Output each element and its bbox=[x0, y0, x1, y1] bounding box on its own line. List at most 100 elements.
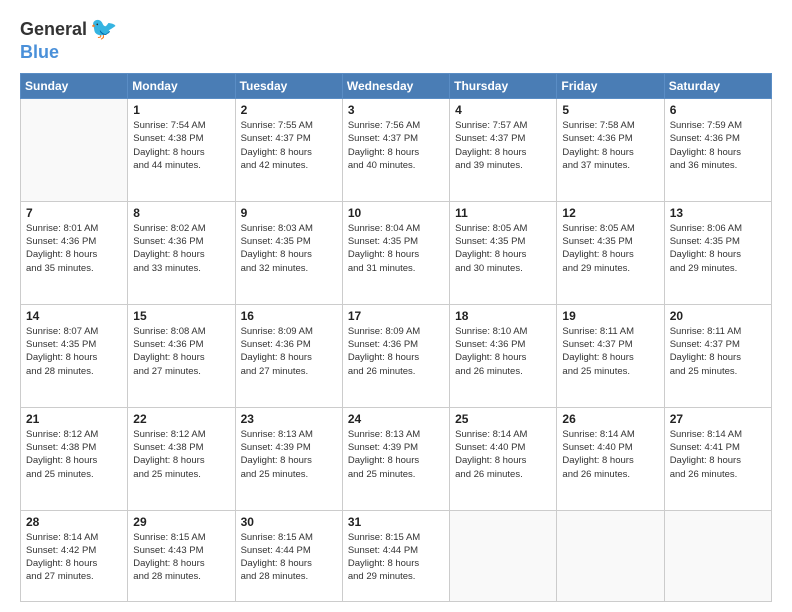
day-number: 30 bbox=[241, 515, 337, 529]
day-number: 7 bbox=[26, 206, 122, 220]
day-info: Sunrise: 8:11 AM Sunset: 4:37 PM Dayligh… bbox=[562, 325, 658, 378]
day-number: 6 bbox=[670, 103, 766, 117]
day-number: 22 bbox=[133, 412, 229, 426]
day-info: Sunrise: 8:15 AM Sunset: 4:43 PM Dayligh… bbox=[133, 531, 229, 584]
logo-bird-icon: 🐦 bbox=[90, 16, 117, 42]
logo-blue-text: Blue bbox=[20, 42, 59, 63]
calendar-day-7: 7 Sunrise: 8:01 AM Sunset: 4:36 PM Daylig… bbox=[21, 201, 128, 304]
day-info: Sunrise: 8:01 AM Sunset: 4:36 PM Dayligh… bbox=[26, 222, 122, 275]
day-info: Sunrise: 8:02 AM Sunset: 4:36 PM Dayligh… bbox=[133, 222, 229, 275]
calendar-day-23: 23Sunrise: 8:13 AM Sunset: 4:39 PM Dayli… bbox=[235, 407, 342, 510]
day-info: Sunrise: 8:14 AM Sunset: 4:40 PM Dayligh… bbox=[455, 428, 551, 481]
day-info: Sunrise: 8:10 AM Sunset: 4:36 PM Dayligh… bbox=[455, 325, 551, 378]
calendar-day-13: 13 Sunrise: 8:06 AM Sunset: 4:35 PM Dayli… bbox=[664, 201, 771, 304]
calendar-week-4: 21 Sunrise: 8:12 AM Sunset: 4:38 PM Dayli… bbox=[21, 407, 772, 510]
logo: General 🐦 Blue bbox=[20, 16, 117, 63]
day-number: 13 bbox=[670, 206, 766, 220]
day-number: 4 bbox=[455, 103, 551, 117]
day-number: 31 bbox=[348, 515, 444, 529]
calendar-day-12: 12 Sunrise: 8:05 AM Sunset: 4:35 PM Dayli… bbox=[557, 201, 664, 304]
day-info: Sunrise: 7:59 AM Sunset: 4:36 PM Dayligh… bbox=[670, 119, 766, 172]
weekday-header-sunday: Sunday bbox=[21, 74, 128, 99]
calendar-day-19: 19 Sunrise: 8:11 AM Sunset: 4:37 PM Dayli… bbox=[557, 304, 664, 407]
day-number: 11 bbox=[455, 206, 551, 220]
day-info: Sunrise: 7:54 AM Sunset: 4:38 PM Dayligh… bbox=[133, 119, 229, 172]
weekday-header-tuesday: Tuesday bbox=[235, 74, 342, 99]
day-info: Sunrise: 8:04 AM Sunset: 4:35 PM Dayligh… bbox=[348, 222, 444, 275]
day-info: Sunrise: 8:15 AM Sunset: 4:44 PM Dayligh… bbox=[241, 531, 337, 584]
calendar-day-27: 27Sunrise: 8:14 AM Sunset: 4:41 PM Dayli… bbox=[664, 407, 771, 510]
weekday-header-friday: Friday bbox=[557, 74, 664, 99]
calendar-empty-cell bbox=[557, 510, 664, 602]
day-number: 28 bbox=[26, 515, 122, 529]
weekday-header-row: SundayMondayTuesdayWednesdayThursdayFrid… bbox=[21, 74, 772, 99]
calendar-day-21: 21 Sunrise: 8:12 AM Sunset: 4:38 PM Dayli… bbox=[21, 407, 128, 510]
day-info: Sunrise: 7:58 AM Sunset: 4:36 PM Dayligh… bbox=[562, 119, 658, 172]
calendar-day-14: 14 Sunrise: 8:07 AM Sunset: 4:35 PM Dayli… bbox=[21, 304, 128, 407]
calendar-day-16: 16 Sunrise: 8:09 AM Sunset: 4:36 PM Dayli… bbox=[235, 304, 342, 407]
day-info: Sunrise: 8:05 AM Sunset: 4:35 PM Dayligh… bbox=[562, 222, 658, 275]
day-info: Sunrise: 8:03 AM Sunset: 4:35 PM Dayligh… bbox=[241, 222, 337, 275]
calendar-table: SundayMondayTuesdayWednesdayThursdayFrid… bbox=[20, 73, 772, 602]
day-number: 25 bbox=[455, 412, 551, 426]
calendar-empty-cell bbox=[450, 510, 557, 602]
calendar-week-2: 7 Sunrise: 8:01 AM Sunset: 4:36 PM Daylig… bbox=[21, 201, 772, 304]
page-container: General 🐦 Blue SundayMondayTuesdayWednes… bbox=[0, 0, 792, 612]
calendar-day-11: 11 Sunrise: 8:05 AM Sunset: 4:35 PM Dayli… bbox=[450, 201, 557, 304]
day-info: Sunrise: 7:55 AM Sunset: 4:37 PM Dayligh… bbox=[241, 119, 337, 172]
day-number: 29 bbox=[133, 515, 229, 529]
calendar-day-30: 30 Sunrise: 8:15 AM Sunset: 4:44 PM Dayli… bbox=[235, 510, 342, 602]
day-info: Sunrise: 8:05 AM Sunset: 4:35 PM Dayligh… bbox=[455, 222, 551, 275]
day-info: Sunrise: 8:07 AM Sunset: 4:35 PM Dayligh… bbox=[26, 325, 122, 378]
day-number: 21 bbox=[26, 412, 122, 426]
calendar-week-3: 14 Sunrise: 8:07 AM Sunset: 4:35 PM Dayli… bbox=[21, 304, 772, 407]
calendar-day-2: 2 Sunrise: 7:55 AM Sunset: 4:37 PM Daylig… bbox=[235, 99, 342, 202]
day-number: 3 bbox=[348, 103, 444, 117]
calendar-week-5: 28Sunrise: 8:14 AM Sunset: 4:42 PM Dayli… bbox=[21, 510, 772, 602]
calendar-day-8: 8Sunrise: 8:02 AM Sunset: 4:36 PM Daylig… bbox=[128, 201, 235, 304]
weekday-header-wednesday: Wednesday bbox=[342, 74, 449, 99]
calendar-empty-cell bbox=[21, 99, 128, 202]
day-number: 15 bbox=[133, 309, 229, 323]
day-number: 9 bbox=[241, 206, 337, 220]
weekday-header-monday: Monday bbox=[128, 74, 235, 99]
day-number: 12 bbox=[562, 206, 658, 220]
weekday-header-thursday: Thursday bbox=[450, 74, 557, 99]
day-info: Sunrise: 8:15 AM Sunset: 4:44 PM Dayligh… bbox=[348, 531, 444, 584]
day-info: Sunrise: 8:12 AM Sunset: 4:38 PM Dayligh… bbox=[133, 428, 229, 481]
day-info: Sunrise: 8:08 AM Sunset: 4:36 PM Dayligh… bbox=[133, 325, 229, 378]
day-number: 10 bbox=[348, 206, 444, 220]
calendar-day-24: 24Sunrise: 8:13 AM Sunset: 4:39 PM Dayli… bbox=[342, 407, 449, 510]
day-info: Sunrise: 8:11 AM Sunset: 4:37 PM Dayligh… bbox=[670, 325, 766, 378]
calendar-day-10: 10 Sunrise: 8:04 AM Sunset: 4:35 PM Dayli… bbox=[342, 201, 449, 304]
day-number: 5 bbox=[562, 103, 658, 117]
calendar-day-20: 20 Sunrise: 8:11 AM Sunset: 4:37 PM Dayli… bbox=[664, 304, 771, 407]
day-number: 14 bbox=[26, 309, 122, 323]
day-info: Sunrise: 7:57 AM Sunset: 4:37 PM Dayligh… bbox=[455, 119, 551, 172]
calendar-day-4: 4 Sunrise: 7:57 AM Sunset: 4:37 PM Daylig… bbox=[450, 99, 557, 202]
day-number: 2 bbox=[241, 103, 337, 117]
day-info: Sunrise: 7:56 AM Sunset: 4:37 PM Dayligh… bbox=[348, 119, 444, 172]
calendar-day-17: 17Sunrise: 8:09 AM Sunset: 4:36 PM Dayli… bbox=[342, 304, 449, 407]
header: General 🐦 Blue bbox=[20, 16, 772, 63]
day-info: Sunrise: 8:13 AM Sunset: 4:39 PM Dayligh… bbox=[348, 428, 444, 481]
calendar-day-1: 1 Sunrise: 7:54 AM Sunset: 4:38 PM Daylig… bbox=[128, 99, 235, 202]
weekday-header-saturday: Saturday bbox=[664, 74, 771, 99]
day-number: 19 bbox=[562, 309, 658, 323]
day-info: Sunrise: 8:13 AM Sunset: 4:39 PM Dayligh… bbox=[241, 428, 337, 481]
calendar-day-31: 31 Sunrise: 8:15 AM Sunset: 4:44 PM Dayli… bbox=[342, 510, 449, 602]
day-info: Sunrise: 8:12 AM Sunset: 4:38 PM Dayligh… bbox=[26, 428, 122, 481]
day-number: 16 bbox=[241, 309, 337, 323]
day-number: 27 bbox=[670, 412, 766, 426]
day-number: 20 bbox=[670, 309, 766, 323]
calendar-day-5: 5 Sunrise: 7:58 AM Sunset: 4:36 PM Daylig… bbox=[557, 99, 664, 202]
day-info: Sunrise: 8:09 AM Sunset: 4:36 PM Dayligh… bbox=[348, 325, 444, 378]
calendar-day-3: 3 Sunrise: 7:56 AM Sunset: 4:37 PM Daylig… bbox=[342, 99, 449, 202]
day-info: Sunrise: 8:14 AM Sunset: 4:40 PM Dayligh… bbox=[562, 428, 658, 481]
day-info: Sunrise: 8:09 AM Sunset: 4:36 PM Dayligh… bbox=[241, 325, 337, 378]
day-number: 26 bbox=[562, 412, 658, 426]
calendar-day-18: 18Sunrise: 8:10 AM Sunset: 4:36 PM Dayli… bbox=[450, 304, 557, 407]
day-info: Sunrise: 8:06 AM Sunset: 4:35 PM Dayligh… bbox=[670, 222, 766, 275]
calendar-empty-cell bbox=[664, 510, 771, 602]
day-number: 1 bbox=[133, 103, 229, 117]
